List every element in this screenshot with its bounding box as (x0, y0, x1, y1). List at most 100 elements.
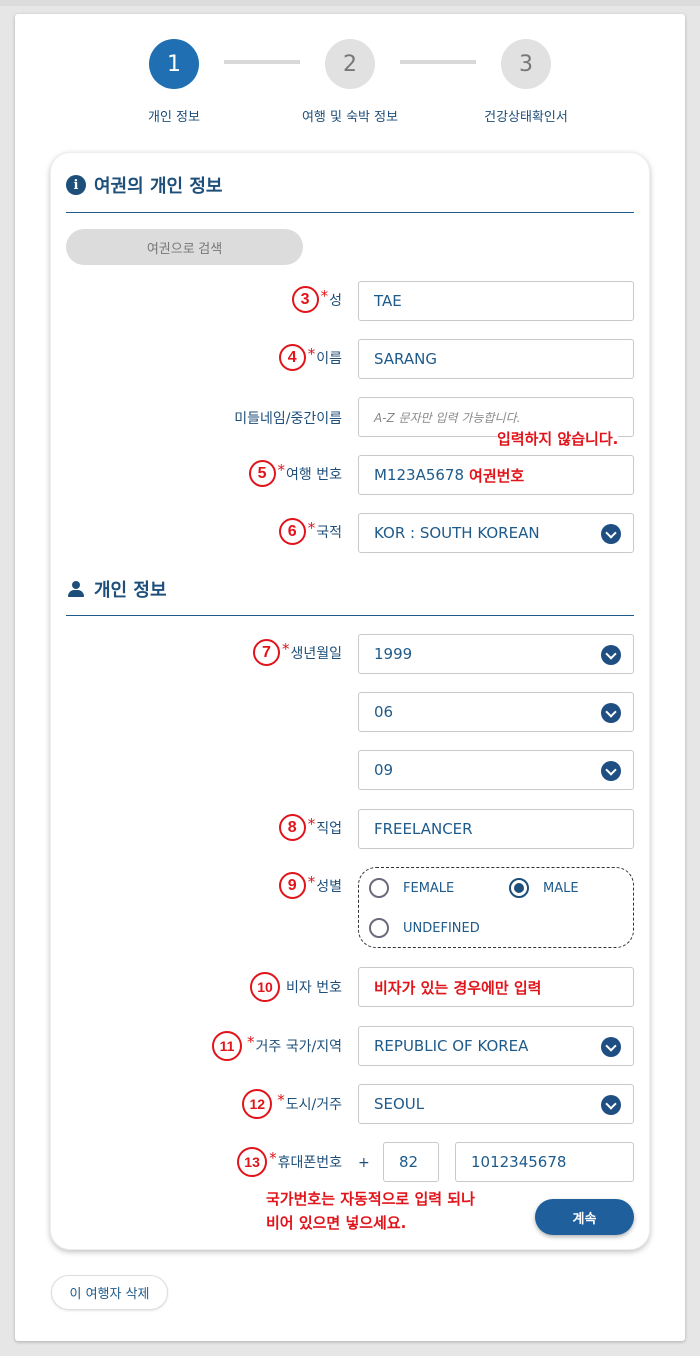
annotation-number: 7 (252, 639, 280, 666)
annotation-number: 12 (242, 1089, 273, 1119)
required-mark: * (307, 814, 316, 833)
residence-country-label: 11 * 거주 국가/지역 (212, 1031, 342, 1061)
birth-date-label-text: 생년월일 (290, 645, 342, 662)
info-icon: i (66, 175, 86, 195)
middle-name-label-text: 미들네임/중간이름 (234, 411, 342, 427)
phone-label: 13 * 휴대폰번호 (237, 1147, 342, 1177)
middle-name-note: 입력하지 않습니다. (497, 428, 619, 449)
required-mark: * (247, 1033, 255, 1051)
given-name-label: 4 * 이름 (278, 344, 342, 371)
step-connector-2 (400, 60, 476, 64)
passport-number-label-text: 여행 번호 (286, 466, 342, 483)
step-3-label: 건강상태확인서 (484, 110, 568, 125)
middle-name-label: 미들네임/중간이름 (234, 408, 342, 428)
delete-traveler-button[interactable]: 이 여행자 삭제 (51, 1275, 168, 1310)
surname-input[interactable]: TAE (358, 281, 634, 321)
surname-label-text: 성 (329, 292, 342, 309)
section-divider (66, 615, 634, 616)
required-mark: * (307, 518, 316, 537)
birth-day-select[interactable]: 09 (358, 750, 634, 790)
city-label: 12 * 도시/거주 (242, 1089, 342, 1119)
gender-male-radio[interactable]: MALE (509, 878, 579, 898)
nationality-value: KOR : SOUTH KOREAN (374, 524, 540, 542)
nationality-label-text: 국적 (316, 524, 342, 541)
passport-number-label: 5 * 여행 번호 (248, 460, 342, 487)
annotation-number: 9 (278, 872, 306, 899)
required-mark: * (277, 460, 286, 479)
residence-country-select[interactable]: REPUBLIC OF KOREA (358, 1026, 634, 1066)
required-mark: * (307, 344, 316, 363)
nationality-select[interactable]: KOR : SOUTH KOREAN (358, 513, 634, 553)
gender-female-radio[interactable]: FEMALE (369, 878, 454, 898)
annotation-number: 4 (278, 344, 306, 371)
annotation-number: 11 (212, 1031, 243, 1061)
annotation-number: 3 (291, 286, 319, 313)
personal-section-title-text: 개인 정보 (94, 580, 167, 601)
annotation-number: 5 (248, 460, 276, 487)
step-2-label: 여행 및 숙박 정보 (301, 110, 399, 125)
nationality-label: 6 * 국적 (278, 518, 342, 545)
residence-country-label-text: 거주 국가/지역 (255, 1039, 342, 1055)
chevron-down-icon (601, 703, 621, 723)
birth-month-select[interactable]: 06 (358, 692, 634, 732)
section-divider (66, 212, 634, 213)
given-name-label-text: 이름 (316, 350, 342, 367)
city-value: SEOUL (374, 1095, 425, 1113)
city-label-text: 도시/거주 (285, 1097, 342, 1113)
passport-section-title: i 여권의 개인 정보 (66, 172, 222, 198)
chevron-down-icon (601, 1037, 621, 1057)
chevron-down-icon (601, 761, 621, 781)
step-3-circle[interactable]: 3 (501, 39, 551, 89)
phone-label-text: 휴대폰번호 (277, 1155, 342, 1171)
continue-button[interactable]: 계속 (535, 1199, 634, 1235)
step-connector-1 (224, 60, 300, 64)
phone-country-code-input[interactable]: 82 (383, 1142, 439, 1182)
step-2-circle[interactable]: 2 (325, 39, 375, 89)
required-mark: * (281, 639, 290, 658)
birth-day-value: 09 (374, 761, 394, 779)
annotation-number: 13 (237, 1147, 268, 1177)
gender-undefined-radio[interactable]: UNDEFINED (369, 918, 480, 938)
radio-unchecked-icon (369, 918, 389, 938)
passport-section-title-text: 여권의 개인 정보 (94, 176, 223, 197)
passport-number-input[interactable]: M123A5678 여권번호 (358, 455, 634, 495)
annotation-number: 10 (250, 972, 281, 1002)
occupation-label: 8 * 직업 (278, 814, 342, 841)
step-1-label: 개인 정보 (148, 110, 200, 125)
chevron-down-icon (601, 645, 621, 665)
required-mark: * (320, 286, 329, 305)
radio-unchecked-icon (369, 878, 389, 898)
gender-undefined-label: UNDEFINED (403, 920, 480, 936)
passport-number-value: M123A5678 (374, 466, 465, 484)
birth-month-value: 06 (374, 703, 394, 721)
phone-note-line-2: 비어 있으면 넣으세요. (266, 1214, 407, 1232)
occupation-input[interactable]: FREELANCER (358, 809, 634, 849)
phone-number-input[interactable]: 1012345678 (455, 1142, 634, 1182)
step-1-circle[interactable]: 1 (149, 39, 199, 89)
visa-number-input[interactable]: 비자가 있는 경우에만 입력 (358, 967, 634, 1007)
birth-date-label: 7 * 생년월일 (252, 639, 342, 666)
visa-number-label-text: 비자 번호 (286, 980, 342, 996)
annotation-number: 8 (278, 814, 306, 841)
personal-section-title: 개인 정보 (66, 576, 167, 602)
required-mark: * (269, 1149, 277, 1167)
radio-checked-icon (509, 878, 529, 898)
residence-country-value: REPUBLIC OF KOREA (374, 1037, 529, 1055)
visa-number-label: 10 비자 번호 (250, 972, 342, 1002)
surname-label: 3 * 성 (291, 286, 342, 313)
person-icon (66, 579, 86, 599)
city-select[interactable]: SEOUL (358, 1084, 634, 1124)
required-mark: * (307, 872, 316, 891)
passport-number-note: 여권번호 (469, 466, 525, 485)
phone-plus-sign: + (358, 1155, 370, 1171)
gender-label: 9 * 성별 (278, 872, 342, 899)
occupation-label-text: 직업 (316, 820, 342, 837)
required-mark: * (277, 1091, 285, 1109)
given-name-input[interactable]: SARANG (358, 339, 634, 379)
visa-number-note: 비자가 있는 경우에만 입력 (374, 978, 542, 997)
gender-male-label: MALE (543, 880, 579, 896)
gender-female-label: FEMALE (403, 880, 455, 896)
birth-year-select[interactable]: 1999 (358, 634, 634, 674)
chevron-down-icon (601, 1095, 621, 1115)
search-by-passport-button[interactable]: 여권으로 검색 (66, 229, 303, 265)
